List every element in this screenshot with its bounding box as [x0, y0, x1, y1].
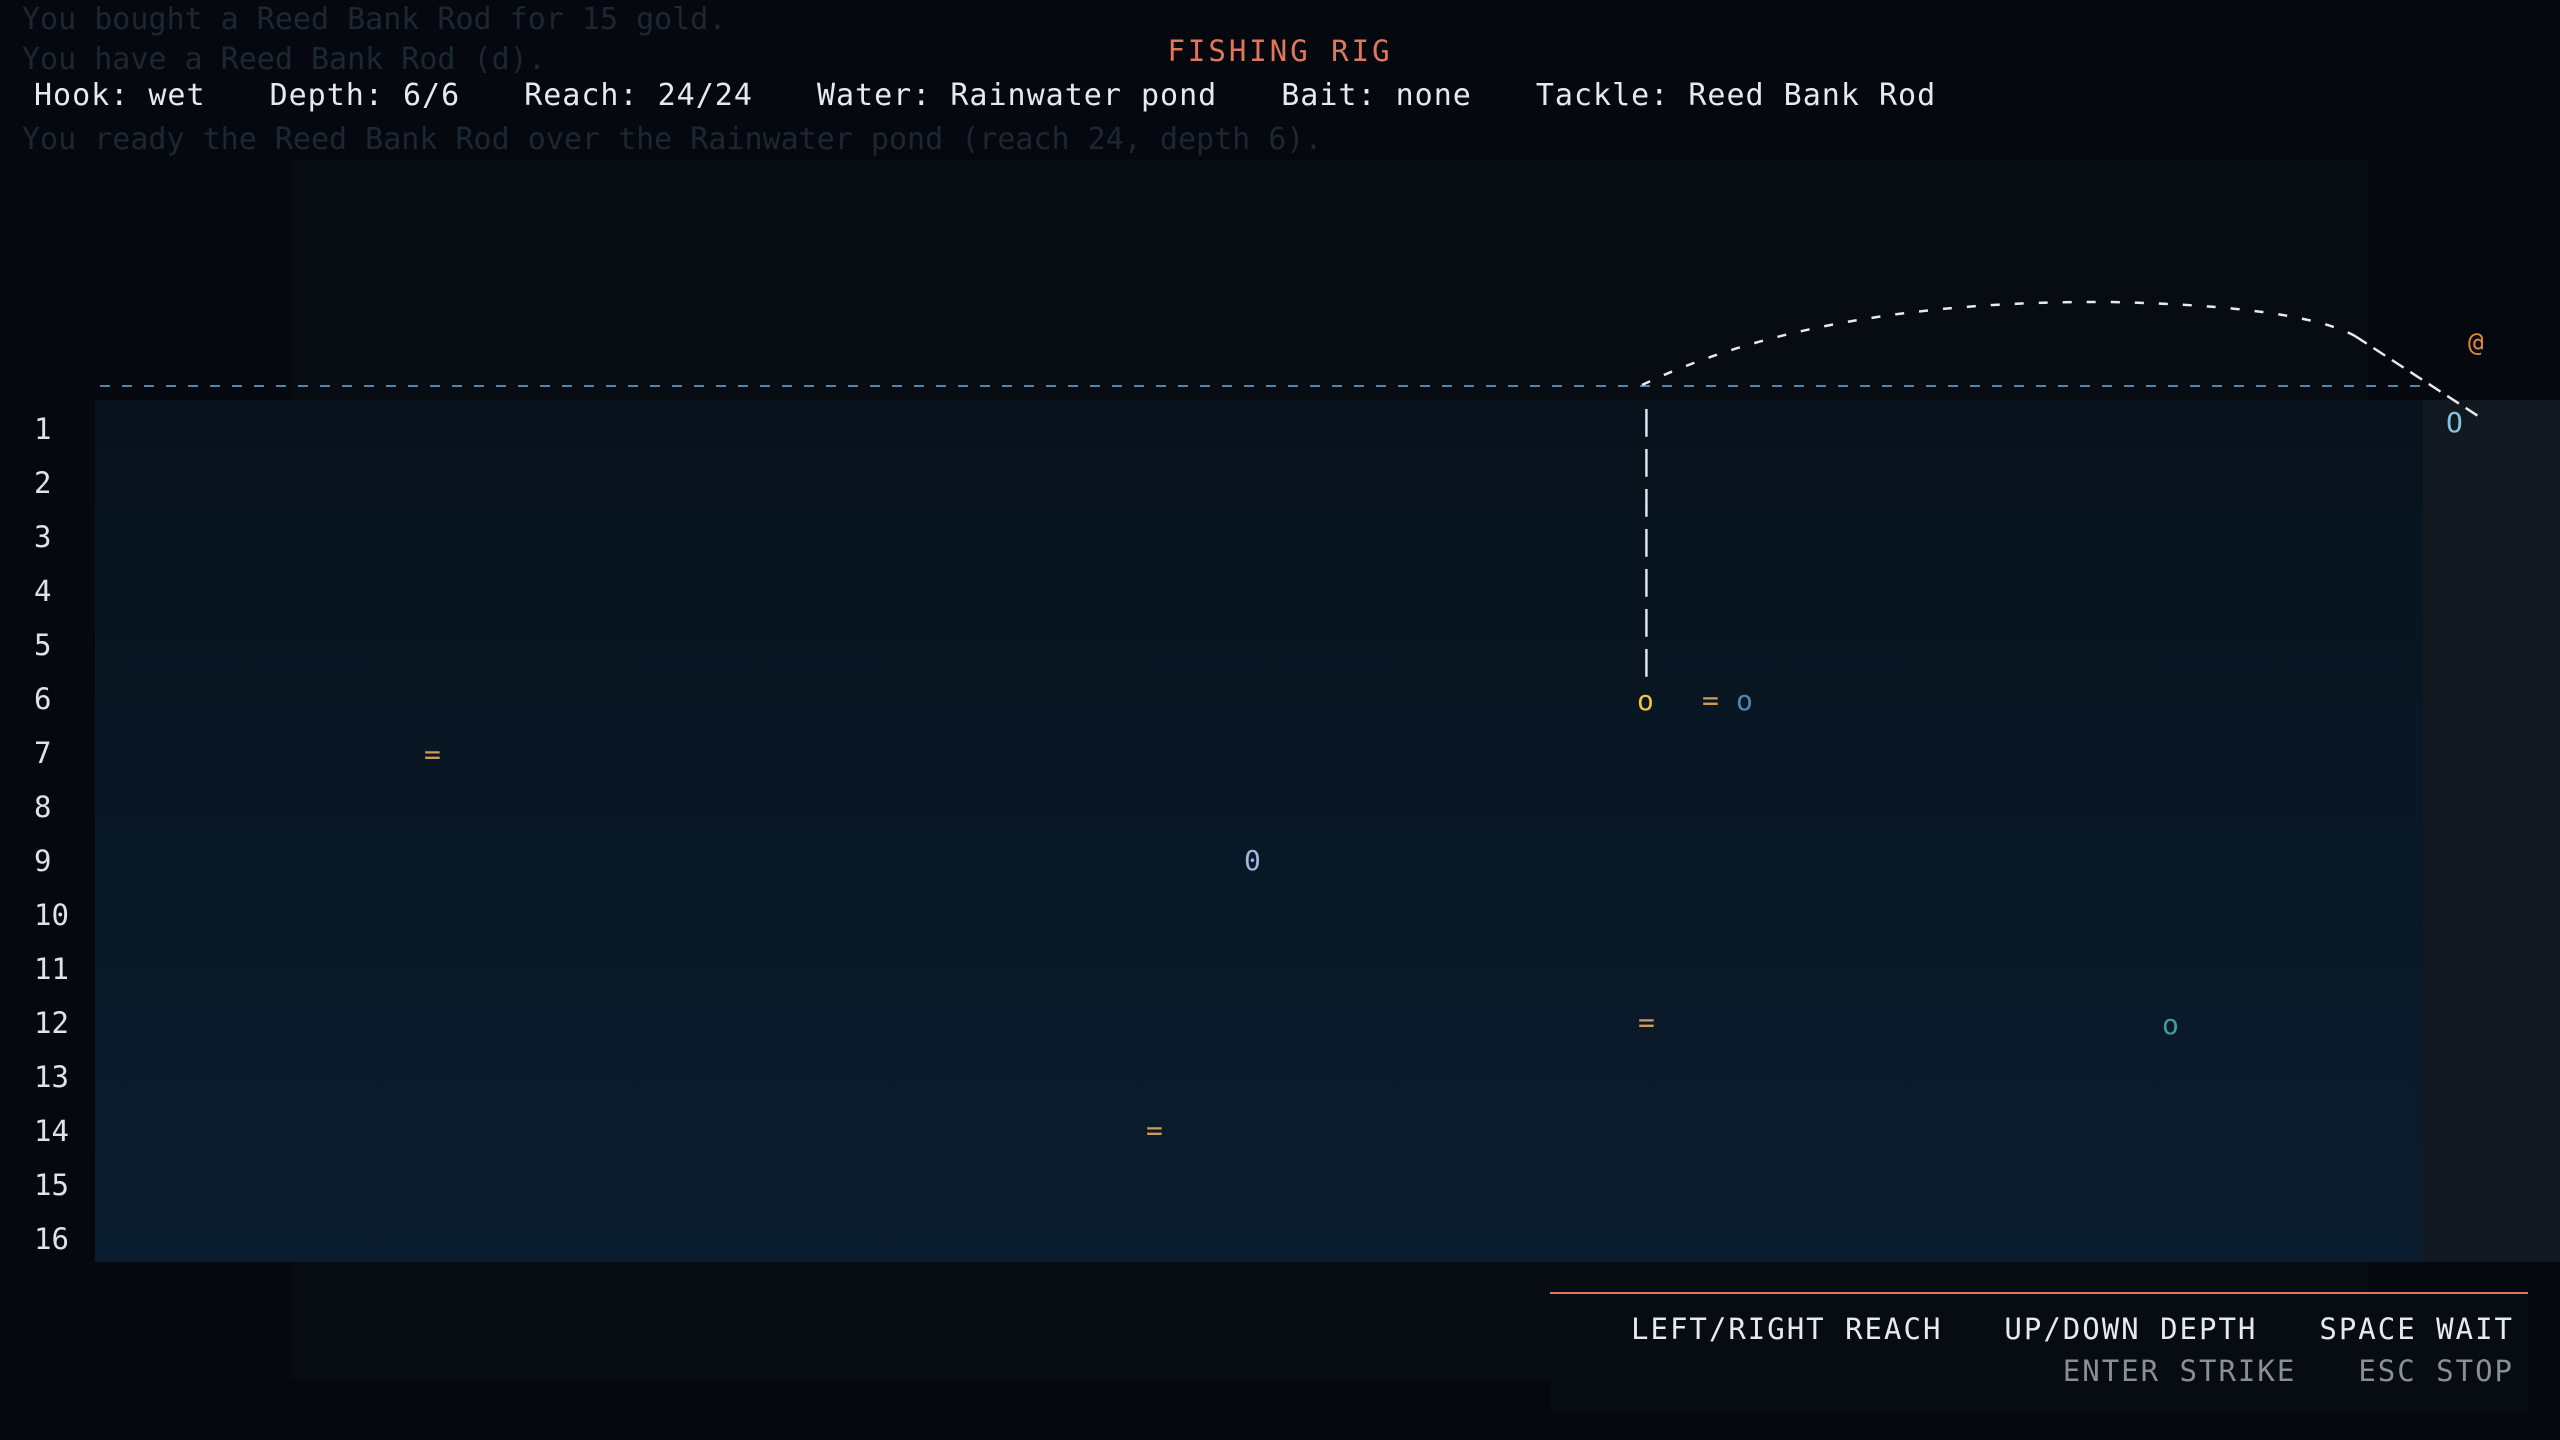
- depth-label: 8: [34, 790, 52, 824]
- status-depth: Depth: 6/6: [269, 78, 461, 113]
- control-stop: ESC STOP: [2358, 1354, 2514, 1388]
- weed-icon: =: [1702, 684, 1719, 717]
- control-wait: SPACE WAIT: [2319, 1312, 2514, 1346]
- depth-label: 1: [34, 412, 52, 446]
- fish-icon: o: [2162, 1008, 2179, 1041]
- depth-label: 7: [34, 736, 52, 770]
- status-reach: Reach: 24/24: [524, 78, 753, 113]
- depth-label: 4: [34, 574, 52, 608]
- fishing-line: |: [1638, 604, 1655, 637]
- fishing-line: |: [1638, 644, 1655, 677]
- depth-label: 2: [34, 466, 52, 500]
- depth-label: 14: [34, 1114, 69, 1148]
- controls-panel: LEFT/RIGHT REACH UP/DOWN DEPTH SPACE WAIT …: [1550, 1292, 2528, 1412]
- control-depth: UP/DOWN DEPTH: [2004, 1312, 2258, 1346]
- fish-icon: 0: [1244, 844, 1261, 877]
- cast-line-arc: [1641, 300, 2356, 387]
- hook-icon: o: [1637, 684, 1654, 717]
- depth-label: 13: [34, 1060, 69, 1094]
- fishing-line: |: [1638, 444, 1655, 477]
- player-icon: @: [2468, 328, 2484, 358]
- fish-icon: o: [1736, 684, 1753, 717]
- fishing-line: |: [1638, 484, 1655, 517]
- panel-title: FISHING RIG: [1167, 34, 1393, 68]
- depth-label: 9: [34, 844, 52, 878]
- status-water: Water: Rainwater pond: [816, 78, 1218, 113]
- status-tackle: Tackle: Reed Bank Rod: [1535, 78, 1937, 113]
- weed-icon: =: [424, 738, 441, 771]
- fishing-line: |: [1638, 524, 1655, 557]
- water-area: [95, 400, 2423, 1262]
- depth-label: 6: [34, 682, 52, 716]
- shore-area: [2423, 400, 2560, 1262]
- status-bait: Bait: none: [1281, 78, 1472, 113]
- weed-icon: =: [1146, 1114, 1163, 1147]
- depth-label: 3: [34, 520, 52, 554]
- depth-label: 15: [34, 1168, 69, 1202]
- fishing-line: |: [1638, 404, 1655, 437]
- weed-icon: =: [1638, 1006, 1655, 1039]
- status-hook: Hook: wet: [34, 78, 206, 113]
- fishing-line: |: [1638, 564, 1655, 597]
- depth-label: 11: [34, 952, 69, 986]
- status-bar: Hook: wet Depth: 6/6 Reach: 24/24 Water: Ra…: [34, 78, 2000, 113]
- depth-label: 10: [34, 898, 69, 932]
- depth-label: 12: [34, 1006, 69, 1040]
- control-strike: ENTER STRIKE: [2062, 1354, 2297, 1388]
- depth-label: 16: [34, 1222, 69, 1256]
- boat-icon: O: [2446, 406, 2463, 439]
- control-reach: LEFT/RIGHT REACH: [1631, 1312, 1943, 1346]
- depth-label: 5: [34, 628, 52, 662]
- rod-segment: [2354, 334, 2479, 418]
